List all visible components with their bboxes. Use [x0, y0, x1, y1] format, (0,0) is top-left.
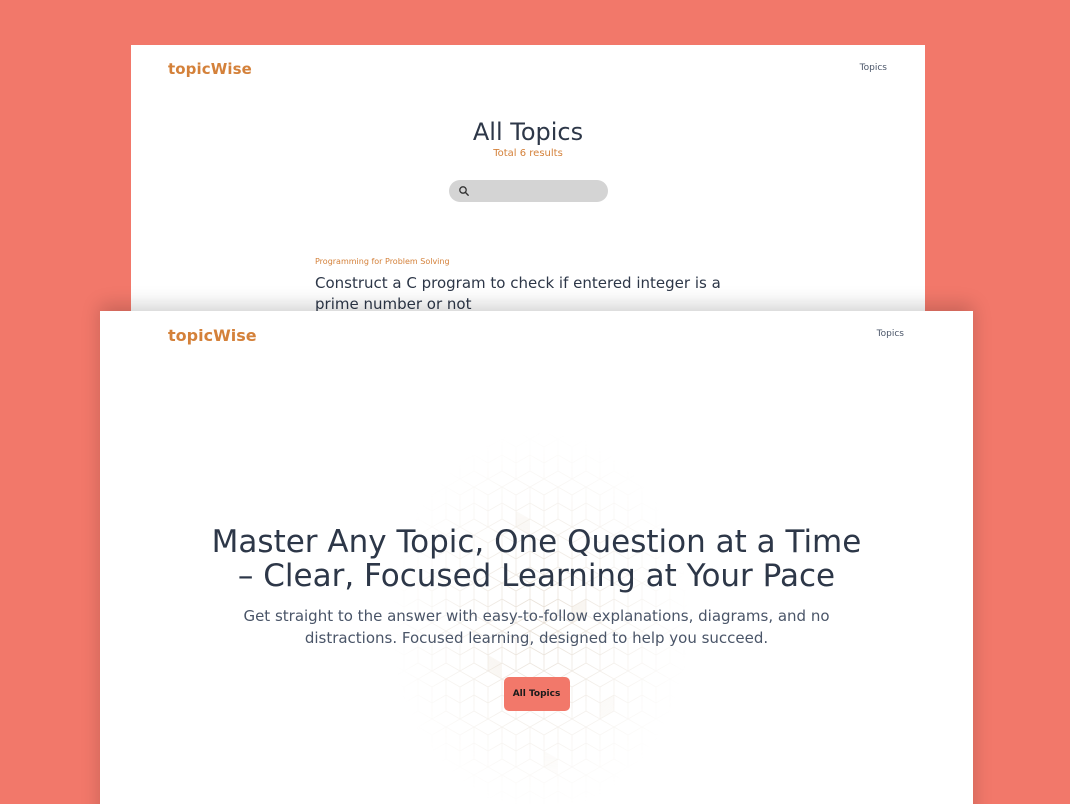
screenshot-stage: topicWise Topics All Topics Total 6 resu… [0, 0, 1070, 804]
search-input[interactable] [473, 183, 601, 199]
topics-page-window: topicWise Topics All Topics Total 6 resu… [131, 45, 925, 325]
brand-logo[interactable]: topicWise [168, 326, 257, 345]
nav-topics-link[interactable]: Topics [860, 63, 887, 73]
topic-title[interactable]: Construct a C program to check if entere… [315, 273, 745, 315]
page-title: All Topics [472, 118, 584, 146]
all-topics-button[interactable]: All Topics [503, 677, 570, 711]
nav-topics-link[interactable]: Topics [877, 329, 904, 339]
topic-card[interactable]: Programming for Problem Solving Construc… [315, 257, 745, 315]
hero-subtitle: Get straight to the answer with easy-to-… [243, 607, 830, 647]
search-bar[interactable] [449, 180, 608, 202]
hero-section: Master Any Topic, One Question at a Time… [100, 525, 973, 711]
landing-page-window: topicWise Topics Master Any Topic, One Q… [100, 311, 973, 804]
hero-title: Master Any Topic, One Question at a Time… [211, 524, 862, 594]
topic-category: Programming for Problem Solving [315, 257, 450, 266]
brand-logo[interactable]: topicWise [168, 60, 252, 78]
results-count: Total 6 results [493, 148, 563, 159]
search-icon [459, 186, 469, 196]
